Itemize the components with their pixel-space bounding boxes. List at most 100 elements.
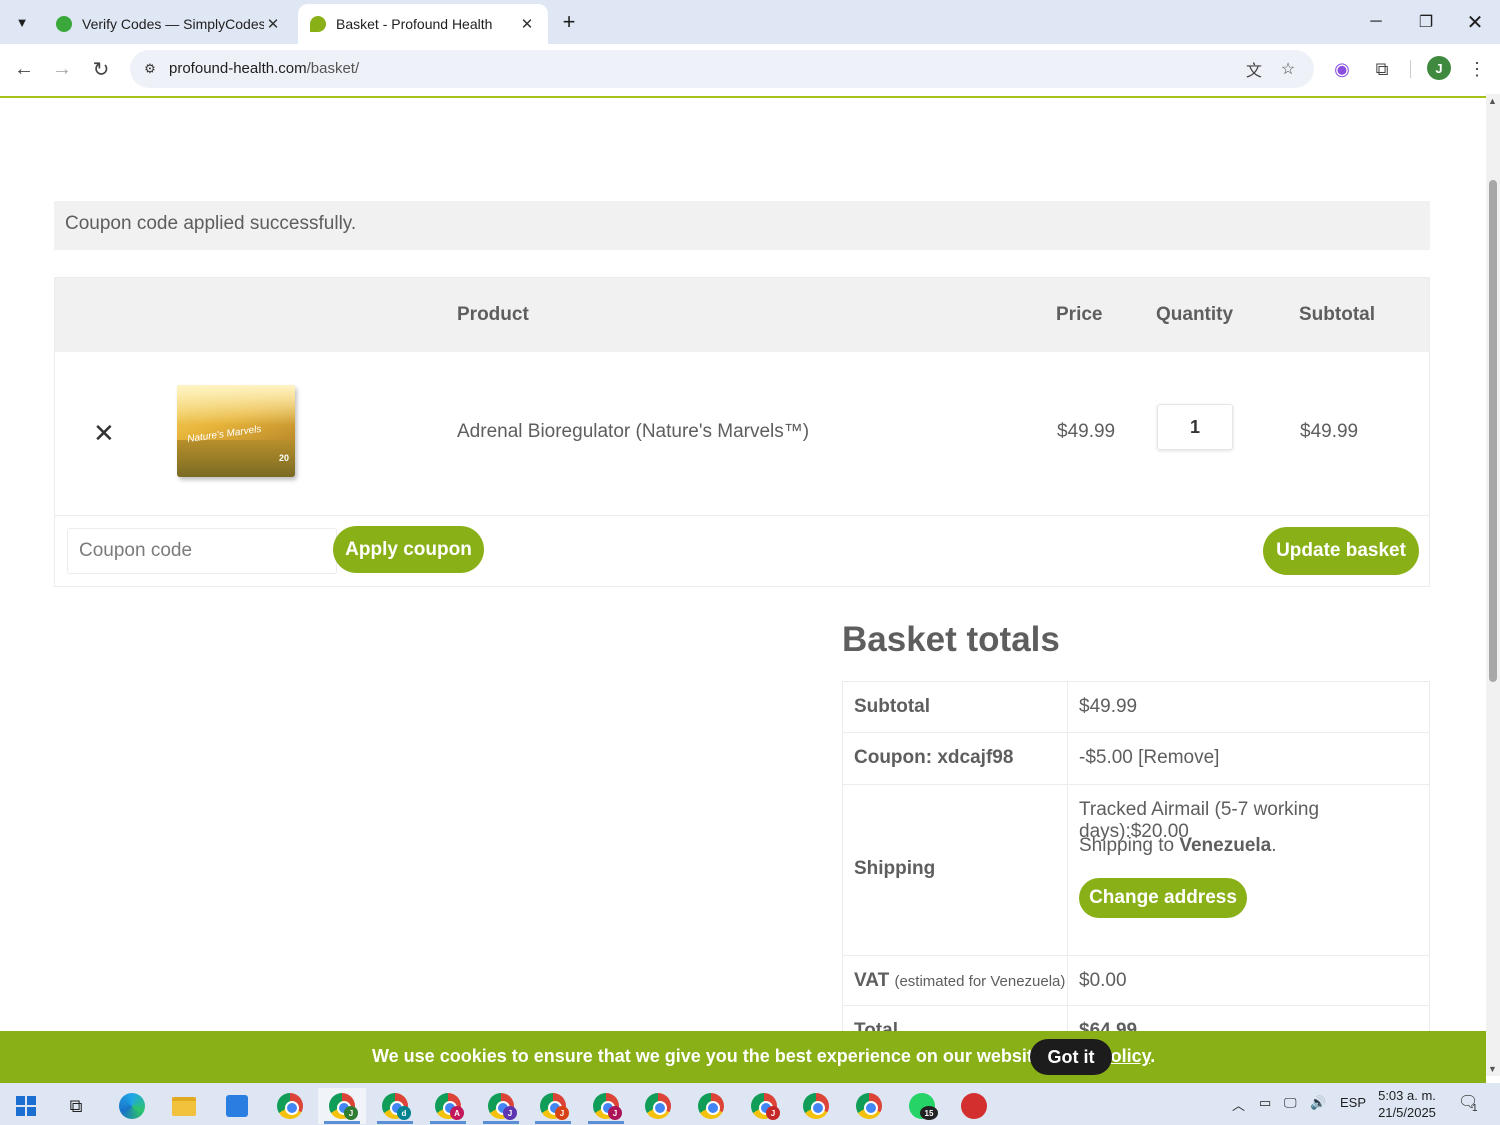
bookmark-star-icon[interactable]: ☆ [1276, 57, 1300, 81]
cookie-consent-bar: We use cookies to ensure that we give yo… [0, 1031, 1486, 1083]
header-accent-line [0, 96, 1486, 98]
coupon-code-input[interactable]: Coupon code [67, 528, 337, 574]
remove-item-icon[interactable]: ✕ [93, 420, 115, 446]
store-icon[interactable] [213, 1088, 261, 1124]
simplycodes-favicon-icon [56, 16, 72, 32]
apply-coupon-button[interactable]: Apply coupon [333, 526, 484, 573]
address-bar[interactable]: ⚙ profound-health.com/basket/ 文 ☆ [130, 50, 1314, 88]
meet-now-icon[interactable]: ▭ [1259, 1095, 1271, 1111]
header-product: Product [457, 304, 529, 325]
browser-toolbar: ← → ↻ ⚙ profound-health.com/basket/ 文 ☆ … [0, 44, 1500, 94]
cart-item-row: ✕ Nature's Marvels 20 Adrenal Bioregulat… [55, 352, 1429, 516]
notifications-count: 1 [1472, 1103, 1478, 1114]
tab-title: Basket - Profound Health [336, 16, 493, 32]
system-clock[interactable]: 5:03 a. m. 21/5/2025 [1372, 1087, 1442, 1121]
scrollbar-thumb[interactable] [1489, 180, 1497, 682]
chrome-profile-icon[interactable]: A [424, 1088, 472, 1124]
network-icon[interactable]: 🖵 [1284, 1095, 1297, 1111]
chrome-profile-icon[interactable] [687, 1088, 735, 1124]
profile-badge: J [766, 1106, 780, 1120]
vat-value: $0.00 [1079, 970, 1127, 991]
url-text[interactable]: profound-health.com/basket/ [169, 60, 359, 77]
totals-row-subtotal: Subtotal $49.99 [843, 682, 1429, 733]
basket-page: Coupon code applied successfully. Produc… [0, 94, 1486, 1031]
page-scrollbar[interactable]: ▲ ▼ [1486, 94, 1500, 1076]
profile-avatar[interactable]: J [1427, 56, 1451, 80]
reload-icon[interactable]: ↻ [85, 53, 117, 85]
tab-search-chevron-icon[interactable]: ▼ [8, 8, 36, 36]
tab-basket[interactable]: Basket - Profound Health ✕ [298, 4, 548, 44]
header-quantity: Quantity [1156, 304, 1234, 325]
show-hidden-icons-chevron-icon[interactable]: ︿ [1232, 1095, 1245, 1114]
scroll-down-arrow-icon[interactable]: ▼ [1488, 1064, 1497, 1074]
toolbar-divider [1410, 60, 1411, 78]
extensions-puzzle-icon[interactable]: ⧉ [1368, 55, 1396, 83]
chrome-profile-icon[interactable]: J [318, 1088, 366, 1124]
header-price: Price [1056, 304, 1103, 325]
shipping-country: Venezuela [1179, 835, 1272, 856]
volume-icon[interactable]: 🔊 [1310, 1095, 1326, 1111]
input-language[interactable]: ESP [1340, 1095, 1366, 1110]
profile-badge: J [608, 1106, 622, 1120]
site-info-icon[interactable]: ⚙ [138, 57, 162, 81]
quantity-input[interactable]: 1 [1157, 404, 1233, 450]
clock-time: 5:03 a. m. [1378, 1088, 1436, 1103]
chrome-profile-icon[interactable]: J [740, 1088, 788, 1124]
cart-actions: Coupon code Apply coupon Update basket [55, 516, 1429, 586]
got-it-button[interactable]: Got it [1030, 1039, 1112, 1075]
basket-totals-table: Subtotal $49.99 Coupon: xdcajf98 -$5.00 … [842, 681, 1430, 1031]
new-tab-plus-icon[interactable]: + [556, 8, 582, 36]
profile-badge: J [503, 1106, 517, 1120]
product-name-link[interactable]: Adrenal Bioregulator (Nature's Marvels™) [457, 421, 809, 443]
browser-tab-strip: ▼ Verify Codes — SimplyCodes ✕ Basket - … [0, 0, 1500, 44]
totals-row-vat: VAT (estimated for Venezuela) $0.00 [843, 956, 1429, 1006]
forward-arrow-icon[interactable]: → [46, 53, 78, 85]
file-explorer-icon[interactable] [160, 1088, 208, 1124]
chrome-profile-icon[interactable] [792, 1088, 840, 1124]
kebab-menu-icon[interactable]: ⋮ [1463, 55, 1491, 83]
product-price: $49.99 [1057, 421, 1116, 442]
whatsapp-unread-badge: 15 [920, 1106, 938, 1120]
restore-window-icon[interactable]: ❐ [1408, 6, 1444, 38]
minimize-window-icon[interactable]: ─ [1358, 6, 1394, 38]
shipping-to-label: Shipping to [1079, 835, 1175, 856]
security-app-icon[interactable] [950, 1088, 998, 1124]
profile-badge: A [450, 1106, 464, 1120]
back-arrow-icon[interactable]: ← [8, 53, 40, 85]
totals-row-coupon: Coupon: xdcajf98 -$5.00 [Remove] [843, 733, 1429, 785]
whatsapp-icon[interactable]: 15 [898, 1088, 946, 1124]
change-address-button[interactable]: Change address [1079, 878, 1247, 918]
extension-purple-icon[interactable]: ◉ [1328, 55, 1356, 83]
subtotal-value: $49.99 [1079, 696, 1138, 717]
translate-icon[interactable]: 文 [1242, 57, 1266, 81]
chrome-profile-icon[interactable]: d [371, 1088, 419, 1124]
subtotal-label: Subtotal [843, 682, 1068, 732]
tab-title: Verify Codes — SimplyCodes [82, 16, 264, 32]
product-thumbnail[interactable]: Nature's Marvels 20 [177, 385, 295, 477]
chrome-profile-icon[interactable]: J [582, 1088, 630, 1124]
edge-icon[interactable] [108, 1088, 156, 1124]
chrome-profile-icon[interactable]: J [477, 1088, 525, 1124]
chrome-icon[interactable] [266, 1088, 314, 1124]
close-tab-icon[interactable]: ✕ [518, 15, 536, 33]
windows-taskbar: ⧉ J d A J J J J 15 ︿ ▭ 🖵 🔊 ESP 5:03 a. m… [0, 1083, 1500, 1125]
start-windows-icon[interactable] [2, 1088, 50, 1124]
product-subtotal: $49.99 [1300, 421, 1359, 442]
chrome-profile-icon[interactable] [845, 1088, 893, 1124]
task-view-icon[interactable]: ⧉ [52, 1088, 100, 1124]
update-basket-button[interactable]: Update basket [1263, 527, 1419, 575]
profile-badge: J [344, 1106, 358, 1120]
vat-note: (estimated for Venezuela) [894, 973, 1066, 990]
close-window-icon[interactable]: ✕ [1457, 6, 1493, 38]
scroll-up-arrow-icon[interactable]: ▲ [1488, 96, 1497, 106]
cart-table-header: Product Price Quantity Subtotal [55, 278, 1429, 352]
close-tab-icon[interactable]: ✕ [264, 15, 282, 33]
remove-coupon-link[interactable]: [Remove] [1138, 747, 1219, 768]
chrome-profile-icon[interactable]: J [529, 1088, 577, 1124]
tab-verify-codes[interactable]: Verify Codes — SimplyCodes ✕ [44, 4, 294, 44]
total-label: Total [843, 1006, 1068, 1031]
shipping-label: Shipping [843, 785, 1068, 955]
chrome-profile-icon[interactable] [634, 1088, 682, 1124]
thumbnail-sky [177, 385, 295, 425]
cookie-message: We use cookies to ensure that we give yo… [372, 1046, 1048, 1066]
